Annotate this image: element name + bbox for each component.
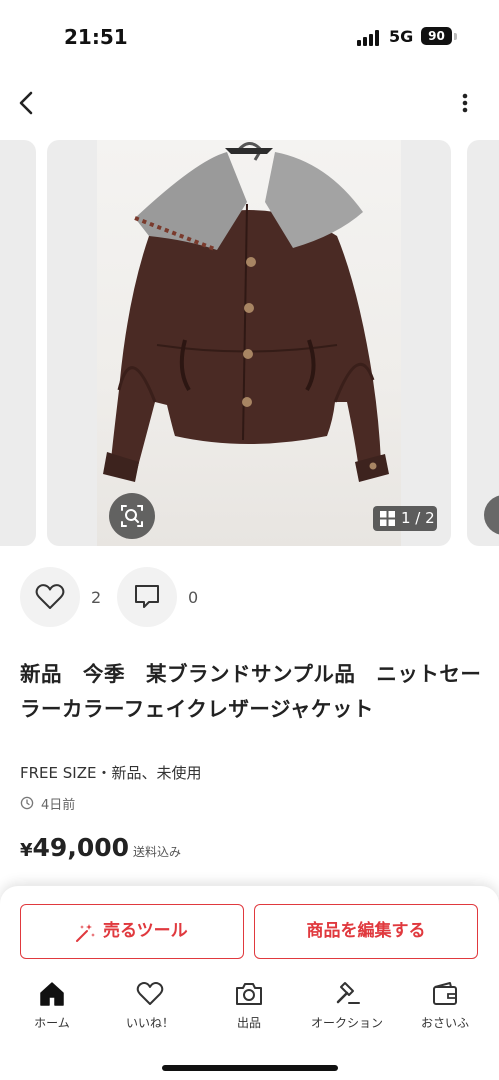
image-gallery[interactable]: 1 / 2 [0,140,499,546]
gavel-icon [336,982,360,1004]
comment-button[interactable] [117,567,177,627]
item-title: 新品 今季 某ブランドサンプル品 ニットセーラーカラーフェイクレザージャケット [20,662,482,721]
item-price: ¥49,000 送料込み [20,833,181,862]
camera-icon [236,983,262,1005]
gallery-next-slide[interactable] [467,140,499,546]
magic-wand-icon [76,924,95,942]
tab-auction[interactable]: オークション [307,980,387,1034]
sell-tool-label: 売るツール [103,921,188,941]
tab-sell[interactable]: 出品 [209,980,289,1034]
item-size-condition: FREE SIZE・新品、未使用 [20,764,202,782]
signal-icon [357,30,383,46]
image-counter-text: 1 / 2 [401,509,435,527]
more-menu-button[interactable] [450,88,480,118]
image-search-button[interactable] [109,493,155,539]
home-icon [40,982,64,1006]
edit-item-button[interactable]: 商品を編集する [254,904,478,959]
image-counter[interactable]: 1 / 2 [373,506,437,531]
tab-wallet[interactable]: おさいふ [405,980,485,1034]
jacket-illustration [103,142,389,482]
gallery-main-slide[interactable]: 1 / 2 [47,140,451,546]
back-button[interactable] [10,86,44,120]
comment-count: 0 [188,588,199,607]
comment-icon [135,585,159,608]
like-button[interactable] [20,567,80,627]
tab-home[interactable]: ホーム [12,980,92,1034]
status-time: 21:51 [64,25,128,49]
more-vertical-icon [462,93,468,113]
battery-icon: 90 [421,27,452,45]
product-photo [97,140,401,546]
posted-time-text: 4日前 [41,798,76,813]
chevron-left-icon [19,91,33,115]
battery-tip [454,33,457,40]
heart-icon [35,584,65,609]
status-bar: 21:51 5G 90 [0,0,499,76]
tab-sell-label: 出品 [236,1016,261,1030]
tab-likes-label: いいね！ [125,1016,174,1030]
wallet-icon [433,982,457,1005]
tab-auction-label: オークション [310,1016,383,1030]
price-currency: ¥ [20,840,33,861]
price-amount: 49,000 [32,833,130,862]
tab-wallet-label: おさいふ [420,1016,469,1030]
tab-home-label: ホーム [34,1016,70,1030]
grid-icon [380,511,395,526]
like-count: 2 [91,588,102,607]
heart-icon [136,982,164,1005]
clock-icon [20,796,34,810]
tab-likes[interactable]: いいね！ [110,980,190,1034]
shipping-included: 送料込み [133,845,182,859]
network-label: 5G [389,27,414,46]
gallery-prev-slide [0,140,36,546]
image-search-icon [121,505,143,527]
home-indicator [162,1065,338,1071]
sell-tool-button[interactable]: 売るツール [20,904,244,959]
